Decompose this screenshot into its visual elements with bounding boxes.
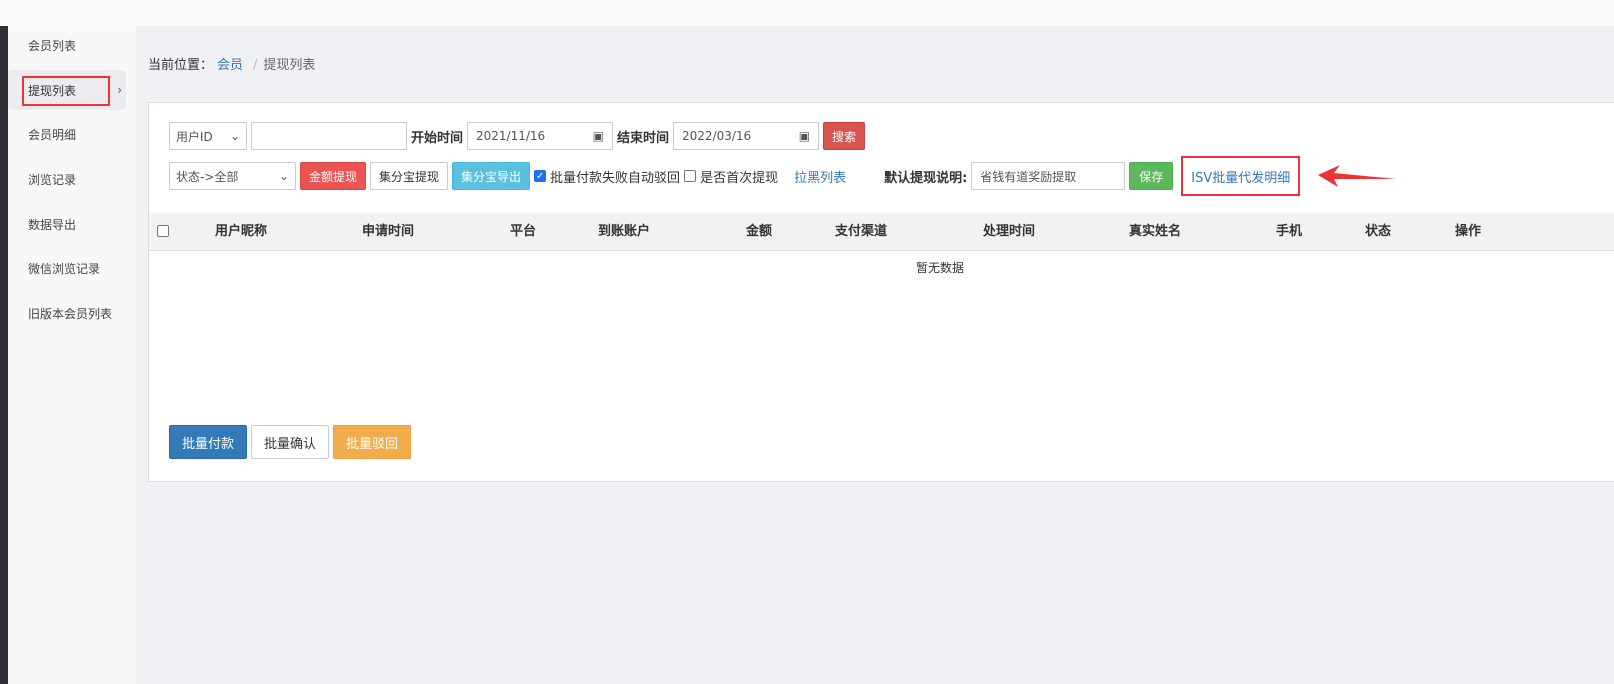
batch-reject-button[interactable]: 批量驳回: [333, 425, 412, 459]
column-header: 用户昵称: [215, 224, 268, 239]
breadcrumb-separator: /: [253, 58, 258, 73]
search-button[interactable]: 搜索: [823, 122, 866, 150]
checkbox-checked-icon[interactable]: ✓: [534, 170, 547, 182]
sidebar-item-label: 浏览记录: [28, 173, 77, 187]
select-all-checkbox[interactable]: [157, 225, 169, 237]
chevron-right-icon: ›: [117, 83, 122, 97]
status-select-value: 状态->全部: [176, 169, 239, 184]
sidebar: 会员列表 提现列表 › 会员明细 浏览记录 数据导出 微信浏览记录 旧版本会员列…: [8, 26, 136, 684]
sidebar-item-member-detail[interactable]: 会员明细: [8, 115, 126, 155]
arrow-shape: [1318, 165, 1396, 187]
end-date-input[interactable]: 2022/03/16 ▣: [673, 122, 820, 150]
amount-withdraw-button[interactable]: 金额提现: [300, 162, 367, 190]
save-button[interactable]: 保存: [1129, 162, 1174, 190]
column-header: 平台: [510, 224, 537, 239]
auto-reject-label: 批量付款失败自动驳回: [550, 170, 681, 186]
column-header: 申请时间: [362, 224, 415, 239]
batch-pay-button[interactable]: 批量付款: [169, 425, 248, 459]
blacklist-link[interactable]: 拉黑列表: [794, 167, 846, 186]
column-header: 到账账户: [598, 224, 651, 239]
batch-actions: 批量付款 批量确认 批量驳回: [169, 425, 415, 459]
top-bar: [0, 0, 1614, 26]
main-panel: 用户ID ⌄ 开始时间 2021/11/16 ▣ 结束时间 2022/03/16 ▣ …: [148, 102, 1614, 482]
default-desc-label: 默认提现说明:: [884, 170, 968, 186]
end-time-label: 结束时间: [617, 130, 670, 146]
jfb-export-button[interactable]: 集分宝导出: [452, 162, 531, 190]
sidebar-item-legacy-member-list[interactable]: 旧版本会员列表: [8, 294, 126, 334]
sidebar-item-browse-records[interactable]: 浏览记录: [8, 160, 126, 200]
breadcrumb-prefix: 当前位置：: [148, 58, 214, 73]
first-withdraw-checkbox[interactable]: 是否首次提现: [684, 167, 778, 186]
column-header: 支付渠道: [835, 224, 888, 239]
annotation-arrow-icon: [1318, 165, 1396, 187]
sidebar-item-member-list[interactable]: 会员列表: [8, 26, 126, 66]
sidebar-item-wechat-browse[interactable]: 微信浏览记录: [8, 249, 126, 289]
sidebar-item-label: 会员明细: [28, 128, 77, 142]
column-header: 手机: [1276, 224, 1303, 239]
column-header: 状态: [1365, 224, 1392, 239]
empty-state-text: 暂无数据: [915, 261, 964, 275]
sidebar-item-label: 提现列表: [22, 76, 110, 106]
default-desc-input[interactable]: [971, 162, 1126, 190]
chevron-down-icon: ⌄: [278, 169, 289, 183]
sidebar-item-label: 会员列表: [28, 39, 77, 53]
filter-row-1: 用户ID ⌄ 开始时间 2021/11/16 ▣ 结束时间 2022/03/16 ▣ …: [169, 121, 869, 151]
column-header: 处理时间: [983, 224, 1036, 239]
user-field-select-value: 用户ID: [176, 129, 213, 144]
user-field-select[interactable]: 用户ID ⌄: [169, 122, 247, 150]
filter-row-2: 状态->全部 ⌄ 金额提现 集分宝提现 集分宝导出 ✓ 批量付款失败自动驳回 是否首…: [169, 156, 1301, 196]
start-time-label: 开始时间: [411, 130, 464, 146]
sidebar-item-label: 数据导出: [28, 218, 77, 232]
sidebar-item-label: 微信浏览记录: [28, 262, 101, 276]
start-date-value: 2021/11/16: [476, 129, 546, 143]
auto-reject-checkbox[interactable]: ✓ 批量付款失败自动驳回: [534, 167, 680, 186]
breadcrumb-link-member[interactable]: 会员: [217, 58, 243, 73]
checkbox-unchecked-icon[interactable]: [684, 170, 697, 182]
breadcrumb: 当前位置： 会员 / 提现列表: [148, 54, 315, 73]
sidebar-item-label: 旧版本会员列表: [28, 307, 113, 321]
column-header: 金额: [746, 224, 773, 239]
column-header: 真实姓名: [1129, 224, 1182, 239]
first-withdraw-label: 是否首次提现: [700, 170, 779, 186]
isv-batch-detail-link[interactable]: ISV批量代发明细: [1181, 156, 1301, 196]
status-select[interactable]: 状态->全部 ⌄: [169, 162, 296, 190]
batch-confirm-button[interactable]: 批量确认: [251, 425, 330, 459]
calendar-icon[interactable]: ▣: [799, 129, 810, 143]
left-edge-bar: [0, 26, 8, 684]
table-header: 用户昵称 申请时间 平台 到账账户 金额 支付渠道 处理时间 真实姓名 手机 状…: [149, 213, 1614, 251]
end-date-value: 2022/03/16: [682, 129, 752, 143]
start-date-input[interactable]: 2021/11/16 ▣: [467, 122, 614, 150]
sidebar-item-data-export[interactable]: 数据导出: [8, 205, 126, 245]
chevron-down-icon: ⌄: [229, 129, 240, 143]
column-header: 操作: [1455, 224, 1482, 239]
jfb-withdraw-button[interactable]: 集分宝提现: [370, 162, 449, 190]
calendar-icon[interactable]: ▣: [593, 129, 604, 143]
user-id-input[interactable]: [251, 122, 407, 150]
breadcrumb-current: 提现列表: [263, 58, 316, 73]
sidebar-item-withdraw-list[interactable]: 提现列表 ›: [8, 70, 126, 110]
